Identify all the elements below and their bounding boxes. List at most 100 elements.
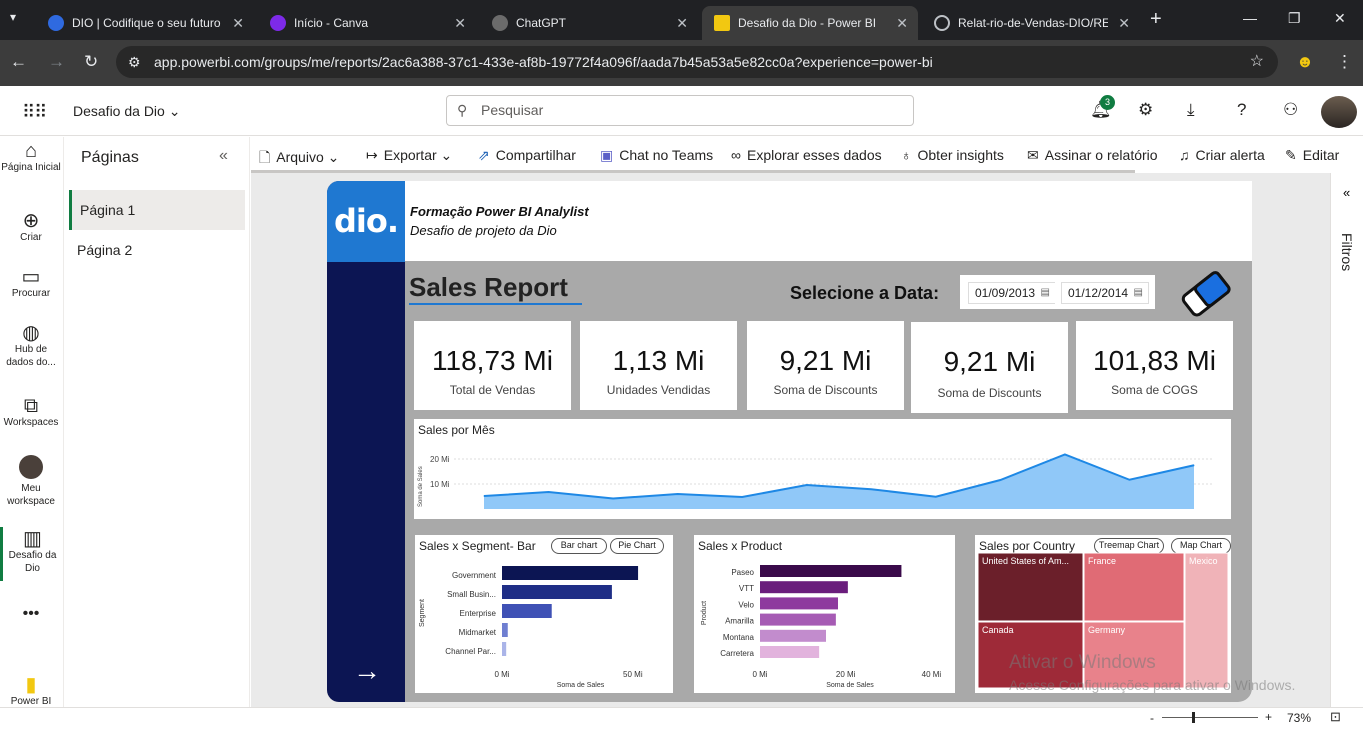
binoculars-icon: ∞: [731, 147, 741, 163]
date-start-box: 01/09/2013 ▤: [960, 275, 1056, 309]
left-navigation: ⌂ Página Inicial ⊕ Criar ▭ Procurar ◍ Hub de…: [0, 137, 64, 729]
report-subtitle-2: Desafio de projeto da Dio: [410, 223, 557, 238]
settings-gear-icon[interactable]: ⚙: [1138, 100, 1153, 120]
app-launcher-icon[interactable]: ⠿⠿: [22, 102, 47, 123]
close-window-icon[interactable]: ✕: [1334, 10, 1346, 27]
filters-pane[interactable]: « Filtros: [1330, 173, 1363, 707]
kpi-value: 101,83 Mi: [1093, 345, 1216, 376]
nav-item-data-hub[interactable]: ◍ Hub de dados do...: [0, 323, 62, 369]
forward-icon[interactable]: →: [48, 52, 65, 72]
sales-by-segment-chart[interactable]: Sales x Segment- Bar Bar chart Pie Chart…: [415, 535, 673, 693]
avatar[interactable]: [1321, 96, 1357, 128]
reload-icon[interactable]: ↻: [84, 52, 98, 72]
filters-label: Filtros: [1339, 233, 1355, 272]
github-favicon-icon: [934, 15, 950, 31]
category-label: Government: [452, 571, 497, 580]
file-menu-button[interactable]: 🗋︎ Arquivo ⌄: [259, 147, 339, 171]
page-tab-1[interactable]: Página 1: [69, 190, 245, 230]
browser-tab-active[interactable]: Desafio da Dio - Power BI ✕: [702, 6, 918, 40]
page-tab-2[interactable]: Página 2: [69, 230, 245, 270]
export-menu-button[interactable]: ↦ Exportar ⌄: [366, 147, 452, 164]
nav-label: Procurar: [11, 288, 51, 299]
zoom-slider[interactable]: [1162, 717, 1258, 718]
feedback-icon[interactable]: ⚇: [1283, 100, 1298, 120]
browser-tab[interactable]: ChatGPT ✕: [480, 6, 698, 40]
close-tab-icon[interactable]: ✕: [1118, 15, 1130, 32]
date-end-input[interactable]: 01/12/2014 ▤: [1061, 282, 1149, 304]
eraser-clear-filters-icon[interactable]: [1178, 269, 1234, 319]
kpi-card[interactable]: 1,13 Mi Unidades Vendidas: [580, 321, 737, 410]
nav-item-home[interactable]: ⌂ Página Inicial: [0, 141, 62, 174]
close-tab-icon[interactable]: ✕: [454, 15, 466, 32]
browser-tab[interactable]: Início - Canva ✕: [258, 6, 476, 40]
browser-tab[interactable]: Relat-rio-de-Vendas-DIO/RE ✕: [922, 6, 1140, 40]
sales-by-month-chart[interactable]: Sales por Mês 10 Mi 20 Mi Soma de Sales: [414, 419, 1231, 519]
zoom-slider-thumb[interactable]: [1192, 712, 1195, 723]
date-start-input[interactable]: 01/09/2013 ▤: [968, 282, 1056, 304]
site-settings-icon[interactable]: ⚙: [128, 46, 141, 78]
subscribe-report-button[interactable]: ✉ Assinar o relatório: [1027, 147, 1158, 164]
nav-item-browse[interactable]: ▭ Procurar: [0, 267, 62, 300]
share-button[interactable]: ⇗ Compartilhar: [478, 147, 576, 164]
file-icon: 🗋︎: [259, 149, 271, 165]
create-alert-button[interactable]: ♫ Criar alerta: [1179, 147, 1265, 163]
bar: [502, 642, 507, 656]
nav-item-powerbi[interactable]: ▮ Power BI: [0, 675, 62, 708]
treemap-label: United States of Am...: [982, 556, 1069, 566]
kpi-label: Soma de Discounts: [773, 383, 878, 397]
help-icon[interactable]: ?: [1237, 100, 1246, 120]
bookmark-star-icon[interactable]: ☆: [1250, 46, 1264, 78]
kpi-card[interactable]: 9,21 Mi Soma de Discounts: [747, 321, 904, 410]
y-tick-label: 10 Mi: [430, 480, 450, 489]
zoom-in-icon[interactable]: +: [1265, 710, 1272, 724]
new-tab-icon[interactable]: +: [1150, 8, 1162, 31]
browser-tab-bar: ▾ DIO | Codifique o seu futuro ✕ Início …: [0, 0, 1363, 40]
profile-icon[interactable]: ☻: [1296, 52, 1314, 72]
nav-more-icon[interactable]: •••: [0, 606, 62, 622]
tab-title: DIO | Codifique o seu futuro: [72, 16, 221, 30]
kpi-label: Soma de Discounts: [937, 386, 1042, 400]
treemap-label: Mexico: [1189, 556, 1218, 566]
nav-item-my-workspace[interactable]: Meu workspace: [0, 455, 62, 508]
teams-chat-button[interactable]: ▣ Chat no Teams: [600, 147, 713, 164]
back-icon[interactable]: ←: [10, 52, 27, 72]
workspace-title[interactable]: Desafio da Dio ⌄: [73, 103, 180, 120]
expand-filters-icon[interactable]: «: [1343, 185, 1350, 200]
url-field[interactable]: ⚙ app.powerbi.com/groups/me/reports/2ac6…: [116, 46, 1278, 78]
collapse-pages-icon[interactable]: «: [219, 147, 228, 165]
close-tab-icon[interactable]: ✕: [232, 15, 244, 32]
y-axis-label: Segment: [419, 599, 426, 627]
sales-by-product-chart[interactable]: Sales x Product Paseo VTT Velo Amarilla Mont…: [694, 535, 955, 693]
zoom-out-icon[interactable]: -: [1150, 711, 1154, 725]
tab-search-icon[interactable]: ▾: [10, 10, 16, 24]
kpi-card[interactable]: 9,21 Mi Soma de Discounts: [911, 322, 1068, 413]
download-icon[interactable]: ⤓: [1187, 100, 1195, 120]
maximize-icon[interactable]: ❐: [1288, 10, 1301, 27]
next-page-arrow-icon[interactable]: →: [353, 655, 381, 687]
explore-data-button[interactable]: ∞ Explorar esses dados: [731, 147, 882, 163]
tab-title: Início - Canva: [294, 16, 369, 30]
edit-button[interactable]: ✎ Editar: [1285, 147, 1339, 164]
browser-tab[interactable]: DIO | Codifique o seu futuro ✕: [36, 6, 254, 40]
browser-menu-icon[interactable]: ⋮: [1336, 52, 1353, 72]
nav-item-create[interactable]: ⊕ Criar: [0, 211, 62, 244]
get-insights-button[interactable]: ♁ Obter insights: [901, 147, 1004, 163]
nav-item-desafio-da-dio[interactable]: ▥ Desafio da Dio: [0, 527, 62, 581]
search-input[interactable]: ⚲ Pesquisar: [446, 95, 914, 126]
close-tab-icon[interactable]: ✕: [676, 15, 688, 32]
nav-label: Workspaces: [3, 417, 59, 428]
fit-page-icon[interactable]: ⊡: [1330, 709, 1341, 725]
chatgpt-favicon-icon: [492, 15, 508, 31]
minimize-icon[interactable]: —: [1243, 10, 1257, 26]
dio-logo: dio.: [327, 181, 405, 262]
category-label: Amarilla: [725, 617, 754, 626]
search-icon: ⚲: [457, 102, 468, 118]
address-bar: ← → ↻ ⚙ app.powerbi.com/groups/me/report…: [0, 40, 1363, 86]
data-point: [935, 496, 937, 498]
kpi-card[interactable]: 118,73 Mi Total de Vendas: [414, 321, 571, 410]
nav-item-workspaces[interactable]: ⧉ Workspaces: [0, 396, 62, 429]
kpi-label: Soma de COGS: [1111, 383, 1198, 397]
nav-label: Desafio da Dio: [8, 550, 57, 574]
kpi-card[interactable]: 101,83 Mi Soma de COGS: [1076, 321, 1233, 410]
close-tab-icon[interactable]: ✕: [896, 15, 908, 32]
